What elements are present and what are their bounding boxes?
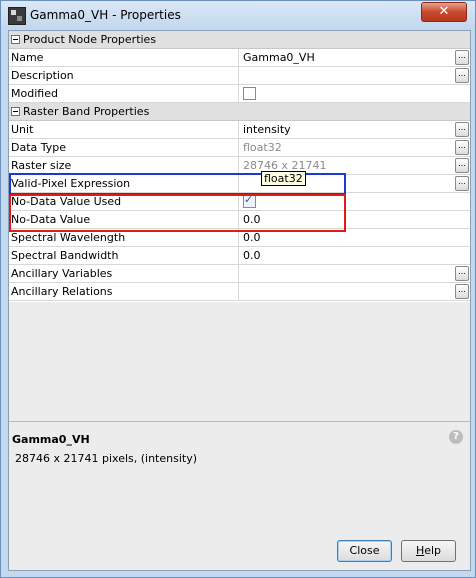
property-row-no-data-value: No-Data Value 0.0 <box>9 211 470 229</box>
help-button[interactable]: Help <box>401 540 456 562</box>
ellipsis-button[interactable]: ... <box>455 140 469 155</box>
property-value-cell: ✓ <box>238 193 471 210</box>
property-value-cell[interactable]: Gamma0_VH ... <box>238 49 471 66</box>
property-value: float32 <box>243 141 282 154</box>
section-title: Product Node Properties <box>23 33 157 46</box>
ellipsis-button[interactable]: ... <box>455 158 469 173</box>
ellipsis-button[interactable]: ... <box>455 50 469 65</box>
property-value-cell <box>238 85 471 102</box>
property-label: Raster size <box>11 159 72 172</box>
property-value-cell[interactable]: ... <box>238 67 471 84</box>
property-row-description: Description ... <box>9 67 470 85</box>
property-row-spectral-bandwidth: Spectral Bandwidth 0.0 <box>9 247 470 265</box>
property-row-no-data-value-used: No-Data Value Used ✓ <box>9 193 470 211</box>
property-row-modified: Modified <box>9 85 470 103</box>
property-value-cell[interactable]: ... <box>238 283 471 300</box>
property-row-unit: Unit intensity ... <box>9 121 470 139</box>
close-icon: ✕ <box>438 4 450 19</box>
collapse-icon[interactable] <box>11 35 20 44</box>
section-header-raster-band[interactable]: Raster Band Properties <box>9 103 470 121</box>
property-label: No-Data Value <box>11 213 91 226</box>
modified-checkbox[interactable] <box>243 87 256 100</box>
ellipsis-button[interactable]: ... <box>455 68 469 83</box>
help-mnemonic: H <box>415 544 425 557</box>
app-icon <box>8 7 26 25</box>
property-value[interactable]: 0.0 <box>243 249 261 262</box>
ellipsis-button[interactable]: ... <box>455 284 469 299</box>
property-value-cell[interactable]: 0.0 <box>238 211 471 228</box>
property-row-valid-pixel-expression: Valid-Pixel Expression ... <box>9 175 470 193</box>
property-label: Description <box>11 69 74 82</box>
no-data-used-checkbox[interactable]: ✓ <box>243 193 256 208</box>
description-divider <box>9 421 470 422</box>
property-label: Spectral Wavelength <box>11 231 126 244</box>
property-label: Data Type <box>11 141 67 154</box>
close-button[interactable]: Close <box>337 540 392 562</box>
property-value-cell[interactable]: 0.0 <box>238 229 471 246</box>
property-value[interactable]: Gamma0_VH <box>243 51 315 64</box>
dialog-content: Product Node Properties Name Gamma0_VH .… <box>8 30 471 571</box>
property-label: Ancillary Relations <box>11 285 113 298</box>
section-title: Raster Band Properties <box>23 105 150 118</box>
property-label: Modified <box>11 87 58 100</box>
property-value[interactable]: 0.0 <box>243 213 261 226</box>
checkmark-icon: ✓ <box>244 193 254 206</box>
property-value-cell[interactable]: ... <box>238 265 471 282</box>
tooltip: float32 <box>261 171 306 186</box>
description-title: Gamma0_VH <box>12 433 90 446</box>
property-label: Spectral Bandwidth <box>11 249 119 262</box>
help-label-rest: elp <box>424 544 442 557</box>
description-text: 28746 x 21741 pixels, (intensity) <box>15 452 198 465</box>
property-value-cell[interactable]: 0.0 <box>238 247 471 264</box>
property-grid: Product Node Properties Name Gamma0_VH .… <box>9 31 470 302</box>
ellipsis-button[interactable]: ... <box>455 266 469 281</box>
property-row-data-type: Data Type float32 ... <box>9 139 470 157</box>
window-title: Gamma0_VH - Properties <box>30 8 181 22</box>
help-circle-icon[interactable]: ? <box>449 430 463 444</box>
property-row-spectral-wavelength: Spectral Wavelength 0.0 <box>9 229 470 247</box>
property-label: No-Data Value Used <box>11 195 122 208</box>
section-header-product-node[interactable]: Product Node Properties <box>9 31 470 49</box>
property-row-name: Name Gamma0_VH ... <box>9 49 470 67</box>
property-row-ancillary-relations: Ancillary Relations ... <box>9 283 470 301</box>
property-value[interactable]: 0.0 <box>243 231 261 244</box>
property-row-raster-size: Raster size 28746 x 21741 ... <box>9 157 470 175</box>
property-value-cell[interactable]: intensity ... <box>238 121 471 138</box>
ellipsis-button[interactable]: ... <box>455 122 469 137</box>
close-window-button[interactable]: ✕ <box>421 2 467 22</box>
property-label: Name <box>11 51 44 64</box>
property-label: Ancillary Variables <box>11 267 113 280</box>
property-value[interactable]: intensity <box>243 123 291 136</box>
property-label: Unit <box>11 123 34 136</box>
property-label: Valid-Pixel Expression <box>11 177 131 190</box>
property-row-ancillary-variables: Ancillary Variables ... <box>9 265 470 283</box>
property-value-cell: float32 ... <box>238 139 471 156</box>
collapse-icon[interactable] <box>11 107 20 116</box>
ellipsis-button[interactable]: ... <box>455 176 469 191</box>
properties-window: Gamma0_VH - Properties ✕ Product Node Pr… <box>0 0 476 578</box>
title-bar[interactable]: Gamma0_VH - Properties ✕ <box>1 1 475 29</box>
